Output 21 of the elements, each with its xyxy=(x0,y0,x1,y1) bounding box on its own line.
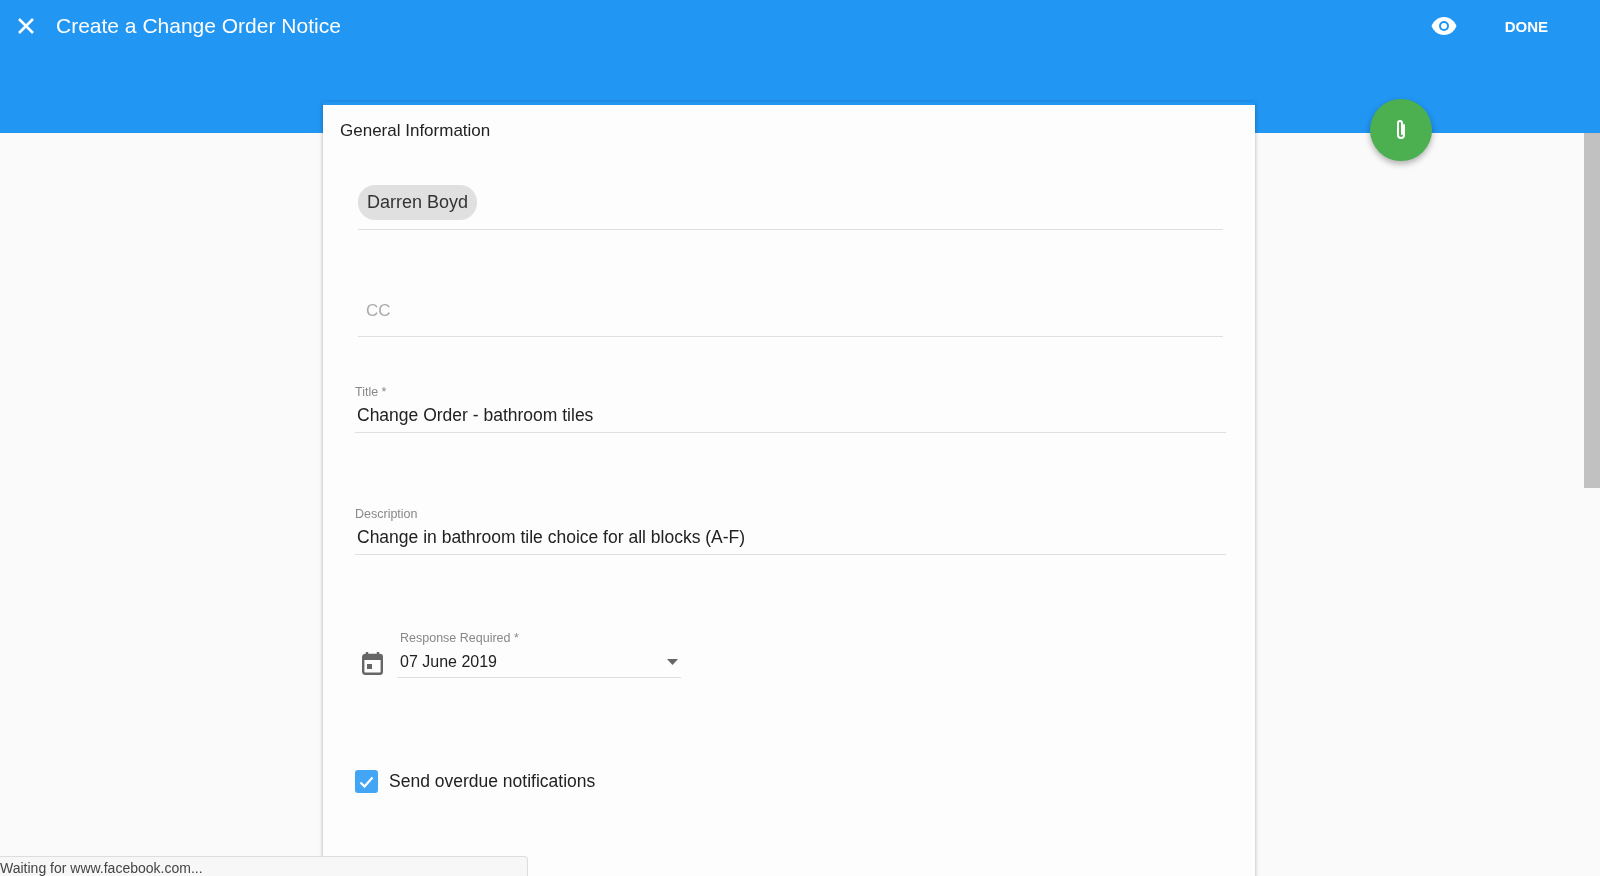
scrollbar-thumb[interactable] xyxy=(1584,133,1600,488)
eye-icon xyxy=(1430,17,1457,35)
browser-status-bar: Waiting for www.facebook.com... xyxy=(0,856,528,876)
close-icon xyxy=(16,16,36,36)
title-field[interactable]: Title * Change Order - bathroom tiles xyxy=(355,385,1226,433)
overdue-checkbox[interactable] xyxy=(355,770,378,793)
checkmark-icon xyxy=(359,775,374,788)
preview-button[interactable] xyxy=(1430,17,1457,35)
recipient-field[interactable]: Darren Boyd xyxy=(358,185,1223,230)
recipient-chip[interactable]: Darren Boyd xyxy=(358,185,478,220)
response-date-field[interactable]: Response Required * 07 June 2019 xyxy=(397,631,681,678)
checkbox-label: Send overdue notifications xyxy=(389,771,596,792)
paperclip-icon xyxy=(1395,119,1407,141)
window-title: Create a Change Order Notice xyxy=(56,14,342,38)
description-field[interactable]: Description Change in bathroom tile choice for all blocks (A-F) xyxy=(355,507,1226,555)
section-heading: General Information xyxy=(340,121,492,141)
close-button[interactable] xyxy=(16,16,36,36)
dropdown-caret-icon xyxy=(667,659,678,665)
cc-field[interactable]: CC xyxy=(358,293,1223,337)
attach-button[interactable] xyxy=(1370,99,1432,161)
calendar-icon xyxy=(362,652,383,675)
